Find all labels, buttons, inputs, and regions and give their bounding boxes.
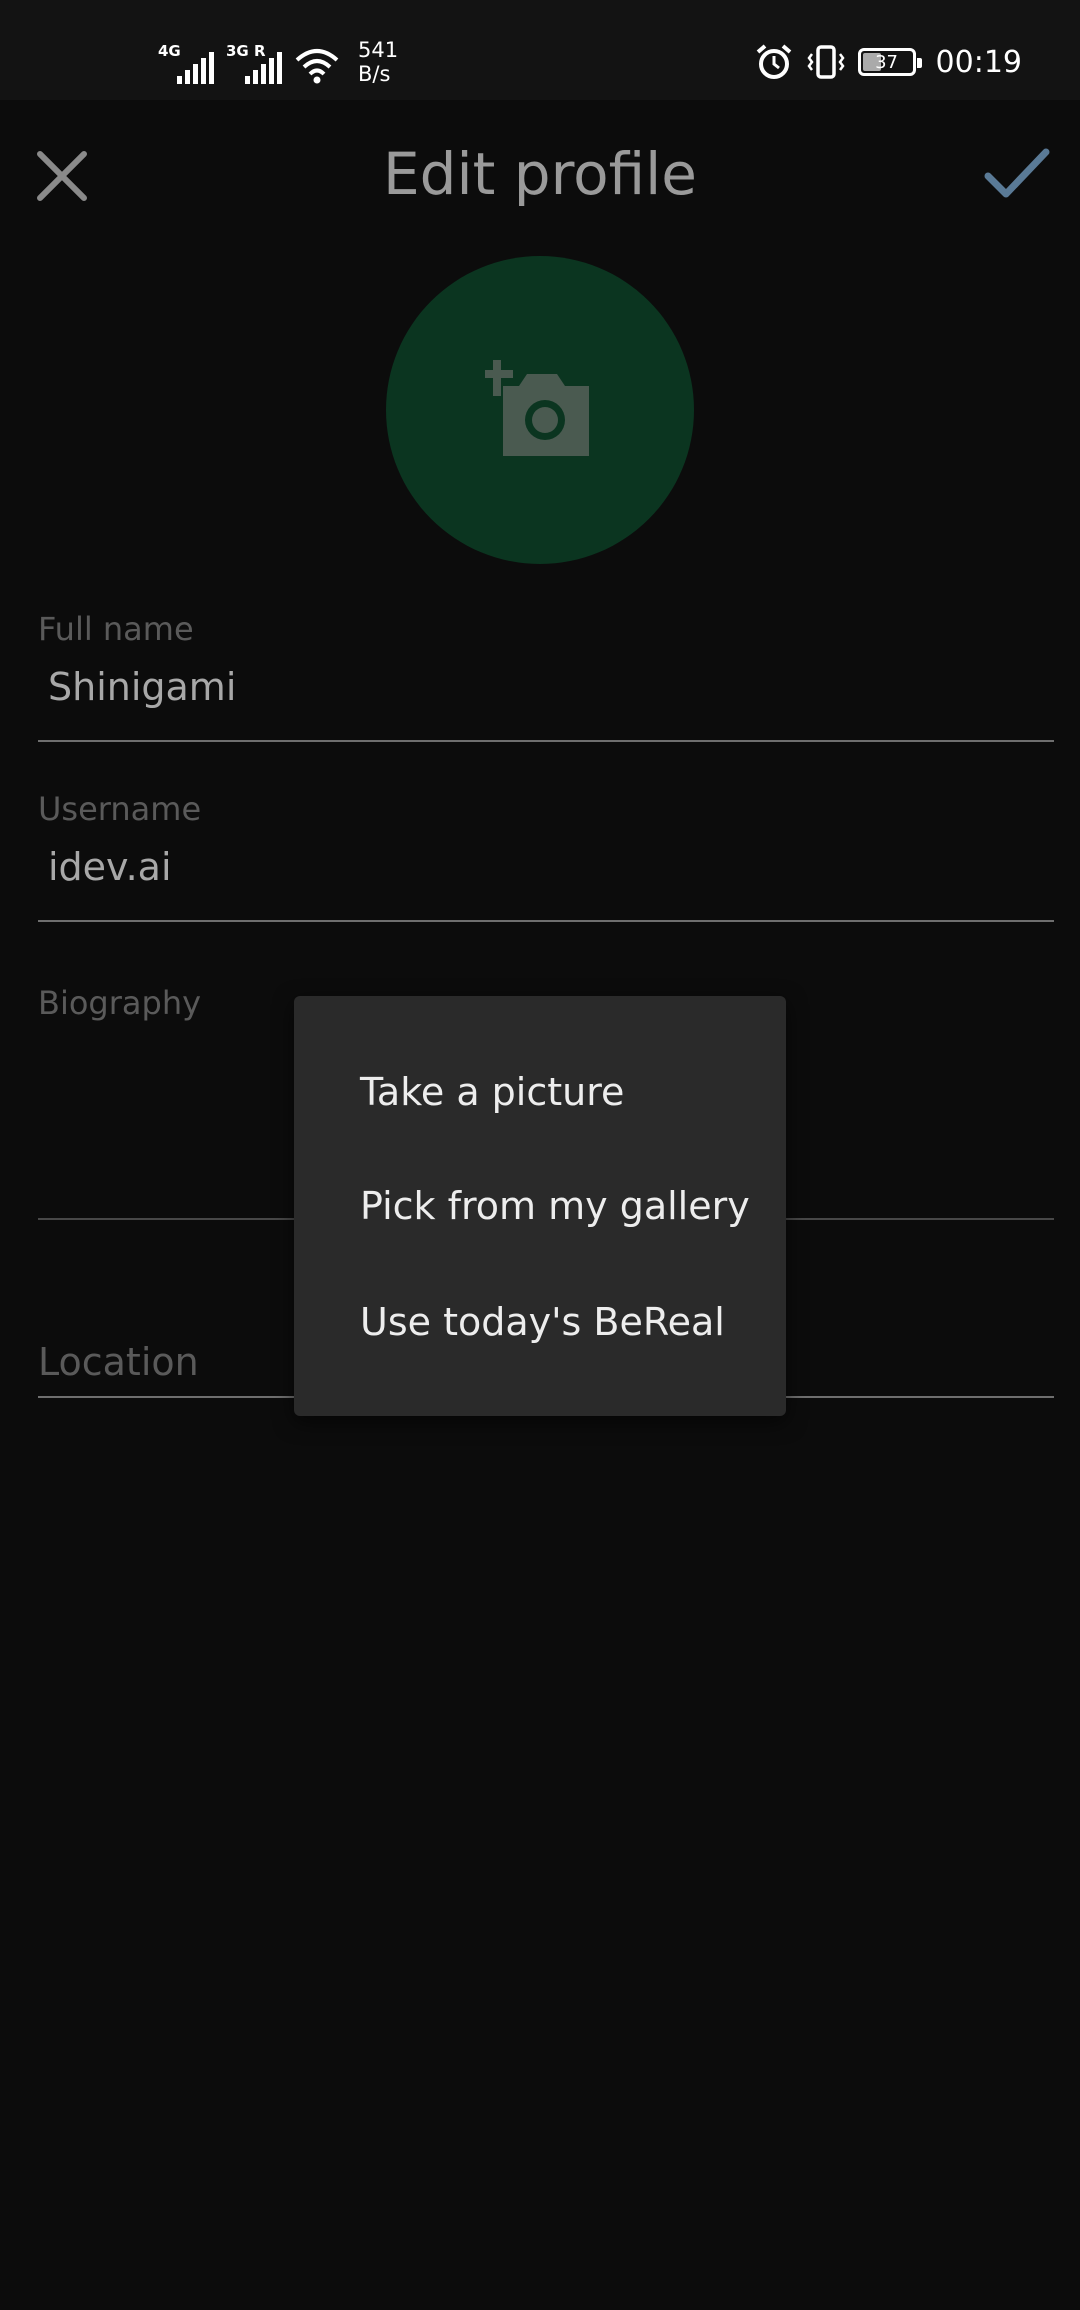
status-bar: 4G 3G R 541 B/s 37 00:19 (0, 0, 1080, 100)
username-label: Username (38, 790, 202, 828)
add-photo-icon (485, 360, 589, 456)
username-input[interactable]: idev.ai (48, 845, 172, 889)
clock: 00:19 (935, 44, 1022, 80)
check-icon[interactable] (982, 144, 1052, 204)
full-name-label: Full name (38, 610, 194, 648)
page-title: Edit profile (383, 140, 697, 208)
full-name-input[interactable]: Shinigami (48, 665, 236, 709)
speed-unit: B/s (358, 62, 391, 86)
status-bar-left: 4G 3G R 541 B/s (158, 36, 398, 86)
location-placeholder: Location (38, 1340, 199, 1384)
full-name-field[interactable]: Full name Shinigami (38, 600, 1054, 742)
battery-icon: 37 (857, 48, 922, 76)
menu-item-use-bereal[interactable]: Use today's BeReal (360, 1300, 725, 1344)
signal-icon-2: 3G R (226, 42, 282, 86)
alarm-icon (756, 44, 791, 79)
wifi-icon (295, 49, 339, 84)
photo-source-menu: Take a picture Pick from my gallery Use … (294, 996, 786, 1416)
vibrate-icon (806, 45, 845, 79)
username-field[interactable]: Username idev.ai (38, 780, 1054, 922)
battery-level: 37 (875, 51, 898, 73)
status-bar-right: 37 00:19 (754, 42, 1022, 82)
menu-item-take-picture[interactable]: Take a picture (360, 1070, 624, 1114)
signal-icon: 4G (158, 42, 214, 86)
network-speed: 541 B/s (358, 38, 398, 86)
avatar-picker[interactable] (386, 256, 694, 564)
header: Edit profile (0, 100, 1080, 250)
speed-value: 541 (358, 38, 399, 62)
biography-label: Biography (38, 984, 202, 1022)
menu-item-pick-gallery[interactable]: Pick from my gallery (360, 1184, 750, 1228)
